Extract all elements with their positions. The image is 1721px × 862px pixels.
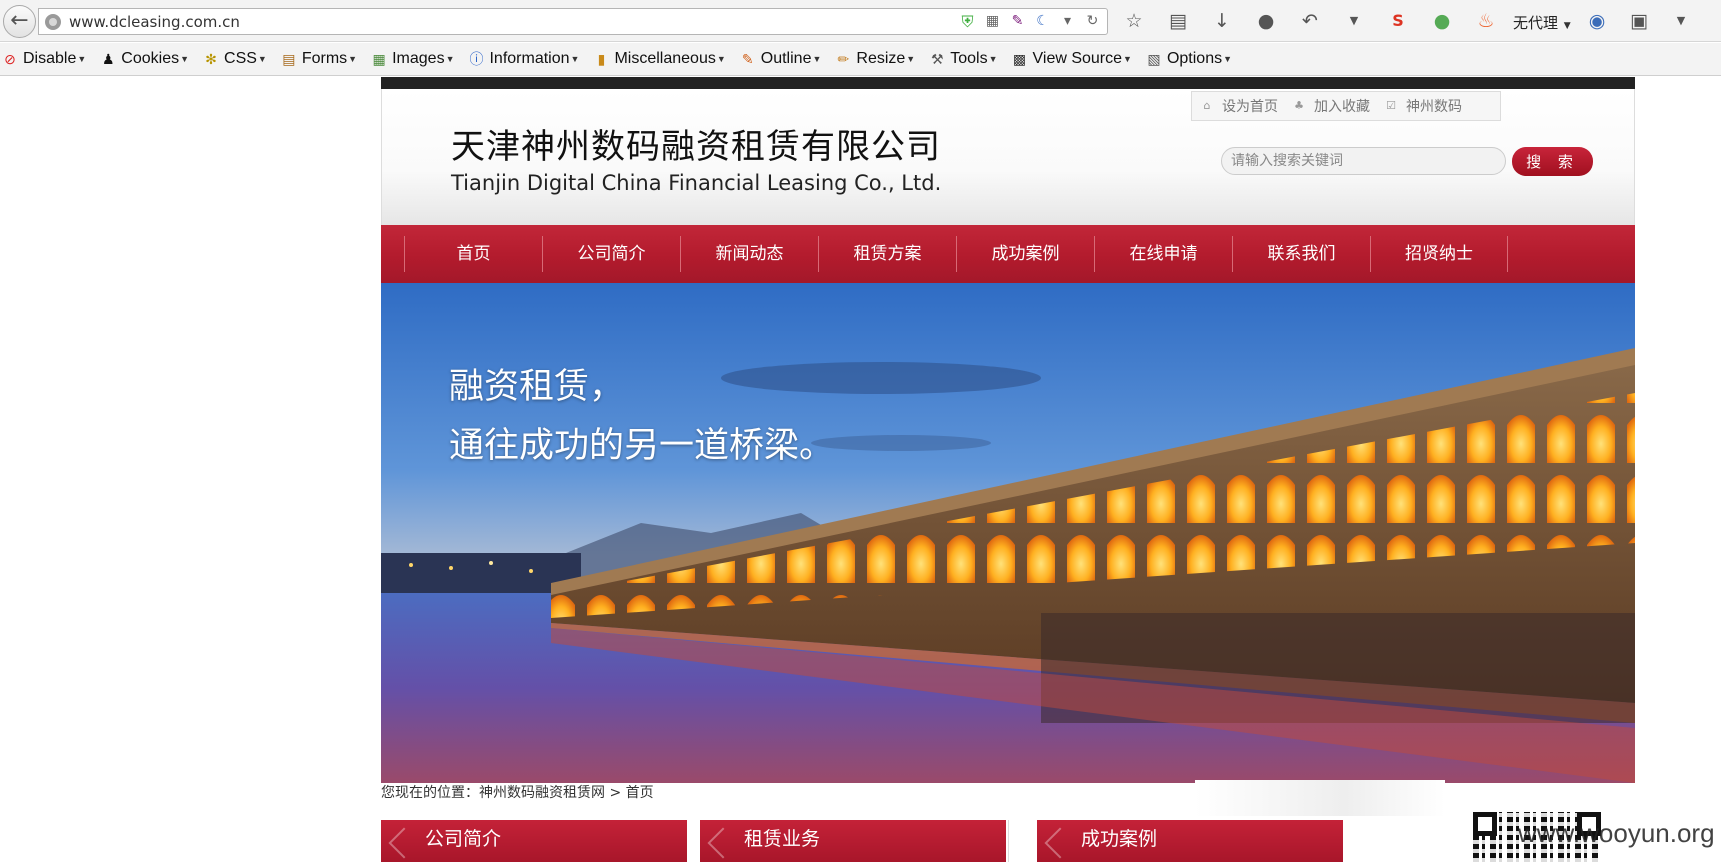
dev-menu-miscellaneous[interactable]: ▮ Miscellaneous ▼ [592, 50, 726, 68]
dev-menu-css[interactable]: ✻ CSS ▼ [202, 50, 267, 68]
nav-success-cases[interactable]: 成功案例 [956, 236, 1094, 272]
nav-leasing-plans[interactable]: 租赁方案 [818, 236, 956, 272]
css-icon: ✻ [205, 51, 217, 67]
dev-menu-resize[interactable]: ✏ Resize ▼ [834, 50, 916, 68]
download-icon[interactable]: ↓ [1210, 9, 1234, 33]
dev-menu-options[interactable]: ▧ Options ▼ [1145, 50, 1232, 68]
brand-link[interactable]: ☑ 神州数码 [1384, 96, 1462, 116]
nav-news[interactable]: 新闻动态 [680, 236, 818, 272]
shield-icon[interactable]: ⛨ [959, 13, 976, 30]
nav-careers[interactable]: 招贤纳士 [1370, 236, 1508, 272]
globe-icon [45, 14, 61, 30]
nav-online-apply[interactable]: 在线申请 [1094, 236, 1232, 272]
site-header: 天津神州数码融资租赁有限公司 Tianjin Digital China Fin… [381, 89, 1635, 225]
crop-icon[interactable]: ▣ [1627, 9, 1651, 33]
section-leasing-business[interactable]: 租赁业务 [700, 820, 1006, 862]
resize-icon: ✏ [837, 51, 850, 67]
nav-contact[interactable]: 联系我们 [1232, 236, 1370, 272]
outline-icon: ✎ [741, 51, 754, 67]
section-success-cases[interactable]: 成功案例 [1037, 820, 1343, 862]
breadcrumb: 您现在的位置：神州数码融资租赁网 > 首页 [381, 785, 654, 801]
back-arrow-icon[interactable]: ← [3, 5, 36, 38]
reload-icon[interactable]: ↻ [1084, 13, 1101, 30]
url-text[interactable]: www.dcleasing.com.cn [69, 13, 240, 31]
qr-corner-left [1473, 812, 1497, 836]
main-nav: 首页 公司简介 新闻动态 租赁方案 成功案例 在线申请 联系我们 招贤纳士 [381, 225, 1635, 283]
nav-company-intro[interactable]: 公司简介 [542, 236, 680, 272]
dev-menu-outline[interactable]: ✎ Outline ▼ [739, 50, 822, 68]
pen-icon[interactable]: ✎ [1009, 13, 1026, 30]
green-extension-icon[interactable]: ● [1430, 9, 1454, 33]
banner-slogan-line2: 通往成功的另一道桥梁。 [449, 426, 835, 466]
top-dark-bar [381, 77, 1635, 89]
undo-dropdown-icon[interactable]: ▼ [1342, 9, 1366, 33]
gray-strip [1195, 780, 1445, 816]
chat-icon[interactable]: ● [1254, 9, 1278, 33]
fire-extension-icon[interactable]: ♨ [1474, 9, 1498, 33]
dev-menu-tools[interactable]: ⚒ Tools ▼ [928, 50, 998, 68]
url-bar[interactable]: www.dcleasing.com.cn ⛨ ▦ ✎ ☾ ▾ ↻ [38, 8, 1108, 35]
search-button[interactable]: 搜 索 [1512, 147, 1593, 176]
favorite-icon: ♣ [1294, 99, 1304, 112]
company-name-cn[interactable]: 天津神州数码融资租赁有限公司 [451, 119, 941, 168]
dev-menu-forms[interactable]: ▤ Forms ▼ [280, 50, 357, 68]
set-home-link[interactable]: ⌂ 设为首页 [1200, 96, 1279, 116]
hero-banner[interactable]: 融资租赁， 通往成功的另一道桥梁。 [381, 283, 1635, 783]
dev-menu-images[interactable]: ▦ Images ▼ [370, 50, 454, 68]
bookmarks-list-icon[interactable]: ▤ [1166, 9, 1190, 33]
information-icon: ⓘ [469, 51, 484, 67]
disable-icon: ⊘ [4, 51, 16, 67]
tools-icon: ⚒ [930, 51, 944, 67]
dev-menu-cookies[interactable]: ♟ Cookies ▼ [99, 50, 189, 68]
images-icon: ▦ [372, 51, 386, 67]
forms-icon: ▤ [282, 51, 296, 67]
cookies-icon: ♟ [102, 51, 115, 67]
bookmark-star-icon[interactable]: ☆ [1122, 9, 1146, 33]
s-extension-icon[interactable]: S [1386, 9, 1410, 33]
web-developer-toolbar: ⊘ Disable ▼ ♟ Cookies ▼ ✻ CSS ▼ ▤ Forms ▼ ▦ … [0, 43, 1721, 76]
search-input[interactable] [1221, 147, 1506, 175]
dev-menu-information[interactable]: ⓘ Information ▼ [467, 50, 579, 68]
browser-navbar: ← www.dcleasing.com.cn ⛨ ▦ ✎ ☾ ▾ ↻ ☆ ▤ ↓… [0, 0, 1721, 42]
dev-menu-view-source[interactable]: ▩ View Source ▼ [1011, 50, 1132, 68]
nav-home[interactable]: 首页 [404, 236, 542, 272]
section-divider [1008, 820, 1009, 862]
globe-extension-icon[interactable]: ◉ [1585, 9, 1609, 33]
menu-dropdown-icon[interactable]: ▼ [1669, 9, 1693, 33]
dropdown-icon[interactable]: ▾ [1059, 13, 1076, 30]
moon-icon[interactable]: ☾ [1034, 13, 1051, 30]
view-source-icon: ▩ [1012, 51, 1027, 67]
add-favorite-link[interactable]: ♣ 加入收藏 [1292, 96, 1370, 116]
watermark: www.wooyun.org [1518, 818, 1715, 848]
options-icon: ▧ [1147, 51, 1161, 67]
brand-icon: ☑ [1386, 99, 1396, 112]
banner-slogan-line1: 融资租赁， [449, 367, 625, 407]
dev-menu-disable[interactable]: ⊘ Disable ▼ [1, 50, 86, 68]
proxy-menu[interactable]: 无代理 ▼ [1513, 12, 1571, 33]
quick-links: ⌂ 设为首页 ♣ 加入收藏 ☑ 神州数码 [1191, 91, 1501, 121]
site-container: 天津神州数码融资租赁有限公司 Tianjin Digital China Fin… [381, 77, 1635, 783]
company-name-en[interactable]: Tianjin Digital China Financial Leasing … [451, 171, 941, 195]
home-icon: ⌂ [1203, 99, 1211, 112]
qr-code-icon[interactable]: ▦ [984, 13, 1001, 30]
undo-icon[interactable]: ↶ [1298, 9, 1322, 33]
section-company-intro[interactable]: 公司简介 [381, 820, 687, 862]
miscellaneous-icon: ▮ [597, 51, 606, 67]
